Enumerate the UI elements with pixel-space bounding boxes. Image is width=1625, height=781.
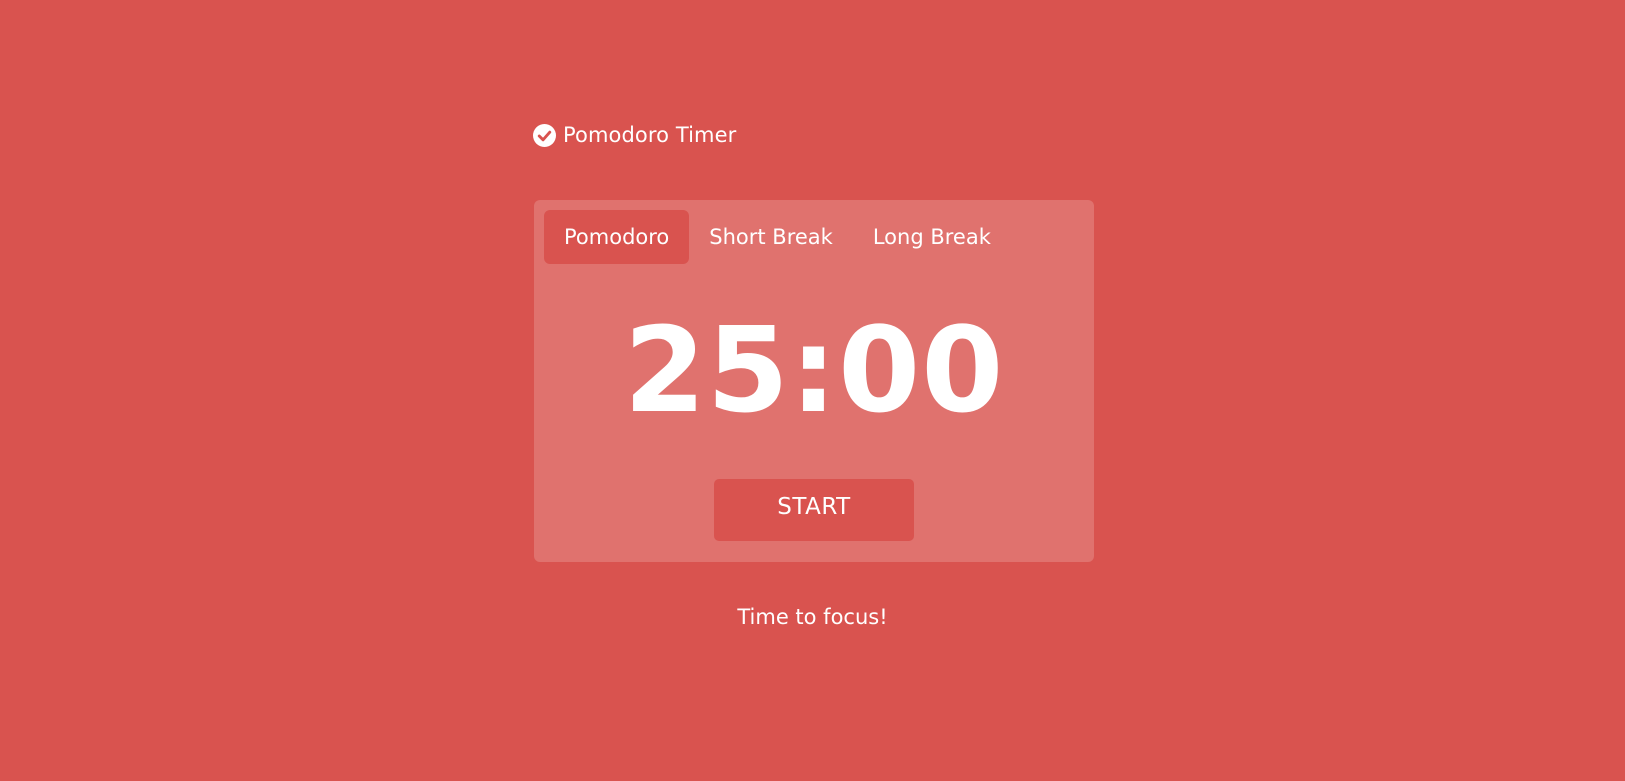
timer-display: 25:00 <box>623 301 1005 439</box>
app-header: Pomodoro Timer <box>533 122 736 148</box>
app-title: Pomodoro Timer <box>563 123 737 147</box>
check-circle-icon <box>533 123 556 147</box>
mode-tabs: Pomodoro Short Break Long Break <box>544 210 1011 264</box>
tab-pomodoro[interactable]: Pomodoro <box>544 210 690 264</box>
status-message: Time to focus! <box>737 605 888 629</box>
tab-long-break[interactable]: Long Break <box>853 210 1011 264</box>
start-button[interactable]: START <box>714 479 914 541</box>
tab-short-break[interactable]: Short Break <box>689 210 853 264</box>
timer-card: Pomodoro Short Break Long Break 25:00 ST… <box>534 200 1094 562</box>
